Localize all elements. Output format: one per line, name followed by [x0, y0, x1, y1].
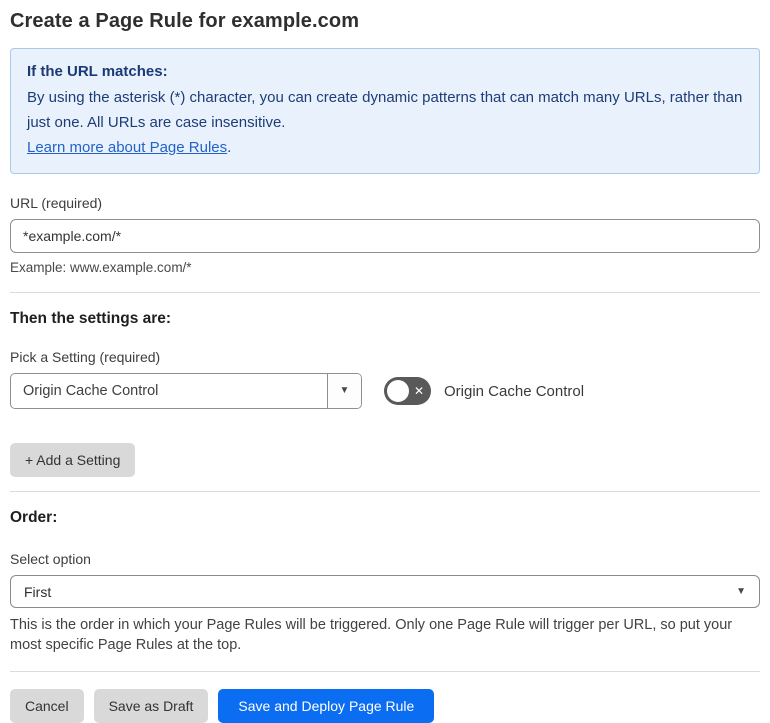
learn-more-link[interactable]: Learn more about Page Rules [27, 139, 227, 156]
order-section-heading: Order: [10, 509, 58, 526]
toggle-knob [387, 380, 409, 402]
save-and-deploy-button[interactable]: Save and Deploy Page Rule [218, 689, 435, 723]
order-help-text: This is the order in which your Page Rul… [10, 617, 733, 653]
url-field-label: URL (required) [10, 195, 103, 211]
chevron-down-icon: ▼ [339, 385, 350, 396]
setting-row: Origin Cache Control ▼ ✕ Origin Cache Co… [10, 373, 760, 409]
footer-actions: Cancel Save as Draft Save and Deploy Pag… [10, 689, 760, 723]
info-box-body: By using the asterisk (*) character, you… [27, 88, 743, 131]
page-title: Create a Page Rule for example.com [10, 10, 360, 32]
info-box-heading: If the URL matches: [27, 63, 168, 80]
toggle-label: Origin Cache Control [444, 382, 585, 400]
save-as-draft-button[interactable]: Save as Draft [93, 689, 209, 723]
settings-section-heading: Then the settings are: [10, 310, 172, 327]
toggle-off-x-icon: ✕ [413, 384, 424, 398]
page-rule-form: Create a Page Rule for example.com If th… [0, 0, 770, 723]
divider [10, 292, 760, 293]
url-input[interactable] [10, 219, 760, 253]
order-select-value: First [24, 583, 52, 600]
origin-cache-control-toggle[interactable]: ✕ [384, 377, 431, 405]
link-period: . [227, 139, 232, 157]
cancel-button[interactable]: Cancel [10, 689, 84, 723]
setting-select-arrow-button[interactable]: ▼ [327, 374, 361, 408]
url-example-hint: Example: www.example.com/* [10, 260, 192, 275]
divider [10, 491, 760, 492]
select-option-label: Select option [10, 551, 91, 567]
add-setting-button[interactable]: + Add a Setting [10, 443, 136, 477]
divider [10, 671, 760, 672]
order-select[interactable]: First ▼ [10, 575, 760, 608]
setting-select[interactable]: Origin Cache Control ▼ [10, 373, 362, 409]
url-match-info-box: If the URL matches: By using the asteris… [10, 48, 760, 174]
info-link-line: Learn more about Page Rules. [27, 136, 743, 161]
chevron-down-icon: ▼ [736, 585, 746, 597]
setting-select-value: Origin Cache Control [23, 383, 159, 399]
pick-setting-label: Pick a Setting (required) [10, 349, 161, 365]
